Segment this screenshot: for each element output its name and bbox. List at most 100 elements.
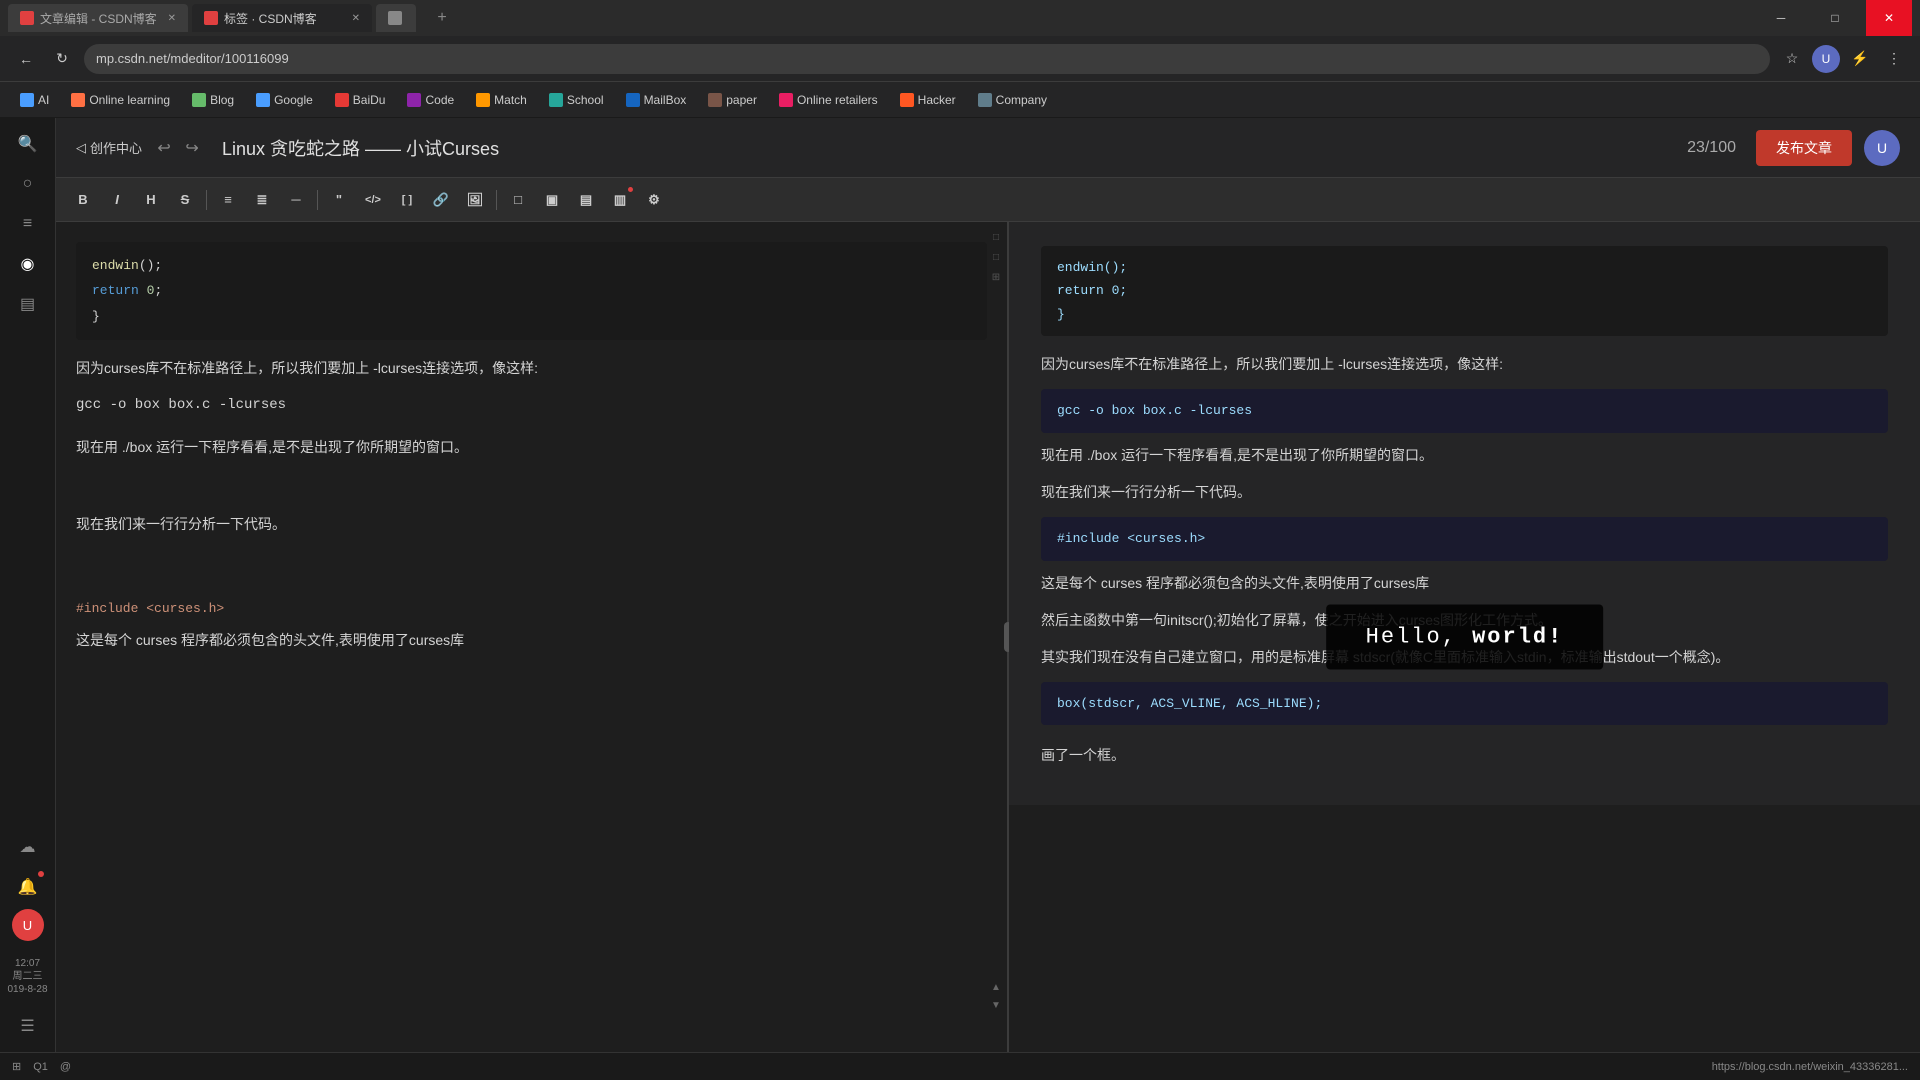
preview-para-4: 这是每个 curses 程序都必须包含的头文件,表明使用了curses库: [1041, 571, 1888, 596]
preview-right-pane[interactable]: endwin(); return 0; } 因为curses库不在标准路径上，所…: [1009, 222, 1920, 805]
sidebar-search-icon[interactable]: 🔍: [10, 126, 46, 162]
bookmark-code-label: Code: [425, 93, 454, 107]
preview-para-2: 现在用 ./box 运行一下程序看看,是不是出现了你所期望的窗口。: [1041, 443, 1888, 468]
browser-tab-3[interactable]: [376, 4, 416, 32]
preview-para-3: 现在我们来一行行分析一下代码。: [1041, 480, 1888, 505]
bookmark-hacker[interactable]: Hacker: [892, 90, 964, 110]
undo-btn[interactable]: ↩: [150, 134, 178, 162]
ol-btn[interactable]: ≣: [247, 185, 277, 215]
side-icon-1[interactable]: □: [989, 230, 1003, 244]
sidebar-list-icon[interactable]: ☰: [10, 1008, 46, 1044]
side-icon-2[interactable]: □: [989, 250, 1003, 264]
nav-actions: ☆ U ⚡ ⋮: [1778, 45, 1908, 73]
tab-close-1[interactable]: ✕: [168, 13, 176, 24]
bookmark-mailbox[interactable]: MailBox: [618, 90, 695, 110]
hello-bold-text: world!: [1472, 625, 1563, 650]
sidebar-active-icon[interactable]: ◉: [10, 246, 46, 282]
browser-tab-2[interactable]: 标签 · CSDN博客 ✕: [192, 4, 372, 32]
bookmark-google[interactable]: Google: [248, 90, 321, 110]
toolbar-sep-2: [317, 190, 318, 210]
publish-button[interactable]: 发布文章: [1756, 130, 1852, 166]
bookmark-match-icon: [476, 93, 490, 107]
title-bar: 文章编辑 - CSDN博客 ✕ 标签 · CSDN博客 ✕ + ─ □ ✕: [0, 0, 1920, 36]
editor-left-pane[interactable]: endwin(); return 0; } 因为curses库不在标准路径上，所…: [56, 222, 1007, 1052]
split-view-btn[interactable]: ▣: [537, 185, 567, 215]
editor-toolbar: B I H S ≡ ≣ ─ " </> [ ] 🔗 🖼 □ ▣ ▤ ▥: [56, 178, 1920, 222]
tab-icon-1: [20, 11, 34, 25]
editor-split: endwin(); return 0; } 因为curses库不在标准路径上，所…: [56, 222, 1920, 1052]
sidebar-notifications-icon[interactable]: 🔔: [10, 869, 46, 905]
sidebar-cloud-icon[interactable]: ☁: [10, 829, 46, 865]
bookmark-match[interactable]: Match: [468, 90, 535, 110]
content-area: 🔍 ○ ≡ ◉ ▤ ☁ 🔔 U 12:07 周二三 019-8-28 ☰ ▶: [0, 118, 1920, 1052]
image-btn[interactable]: 🖼: [460, 185, 490, 215]
bookmark-company[interactable]: Company: [970, 90, 1055, 110]
scroll-up-btn[interactable]: ▲: [989, 980, 1003, 994]
scroll-down-btn[interactable]: ▼: [989, 998, 1003, 1012]
minimize-btn[interactable]: ─: [1758, 0, 1804, 36]
back-button[interactable]: ←: [12, 45, 40, 73]
bold-btn[interactable]: B: [68, 185, 98, 215]
toolbar-sep-1: [206, 190, 207, 210]
hr-btn[interactable]: ─: [281, 185, 311, 215]
preview-para-7: 画了一个框。: [1041, 743, 1888, 768]
extensions-btn[interactable]: ⚡: [1846, 45, 1874, 73]
table-btn[interactable]: □: [503, 185, 533, 215]
close-btn[interactable]: ✕: [1866, 0, 1912, 36]
preview-code-brace: }: [1057, 303, 1872, 326]
bookmark-paper-label: paper: [726, 93, 757, 107]
bookmark-baidu[interactable]: BaiDu: [327, 90, 394, 110]
bookmark-online-retailers-icon: [779, 93, 793, 107]
editor-container: ◁ 创作中心 ↩ ↪ Linux 贪吃蛇之路 —— 小试Curses 23/10…: [56, 118, 1920, 1052]
code-block-btn[interactable]: [ ]: [392, 185, 422, 215]
bookmark-online-learning[interactable]: Online learning: [63, 90, 178, 110]
side-icon-3[interactable]: ⊞: [989, 270, 1003, 284]
back-to-center-btn[interactable]: ◁ 创作中心: [76, 138, 142, 157]
bookmark-school-label: School: [567, 93, 604, 107]
sidebar-home-icon[interactable]: ○: [10, 166, 46, 202]
sidebar-history-icon[interactable]: ≡: [10, 206, 46, 242]
refresh-button[interactable]: ↻: [48, 45, 76, 73]
maximize-btn[interactable]: □: [1812, 0, 1858, 36]
editor-para-1: 因为curses库不在标准路径上，所以我们要加上 -lcurses连接选项，像这…: [76, 356, 987, 381]
new-tab-btn[interactable]: +: [428, 4, 456, 32]
status-bar: ⊞ Q1 @ https://blog.csdn.net/weixin_4333…: [0, 1052, 1920, 1080]
code-inline-btn[interactable]: </>: [358, 185, 388, 215]
bookmark-baidu-icon: [335, 93, 349, 107]
tab-close-2[interactable]: ✕: [352, 13, 360, 24]
italic-btn[interactable]: I: [102, 185, 132, 215]
bookmark-ai[interactable]: AI: [12, 90, 57, 110]
star-btn[interactable]: ☆: [1778, 45, 1806, 73]
browser-tab-1[interactable]: 文章编辑 - CSDN博客 ✕: [8, 4, 188, 32]
sidebar-user-icon[interactable]: U: [12, 909, 44, 941]
bookmark-blog[interactable]: Blog: [184, 90, 242, 110]
bookmark-paper[interactable]: paper: [700, 90, 765, 110]
sidebar-downloads-icon[interactable]: ▤: [10, 286, 46, 322]
tab-label-2: 标签 · CSDN博客: [224, 10, 317, 27]
link-btn[interactable]: 🔗: [426, 185, 456, 215]
tab-icon-3: [388, 11, 402, 25]
bookmark-code[interactable]: Code: [399, 90, 462, 110]
user-avatar[interactable]: U: [1864, 130, 1900, 166]
more-btn[interactable]: ▥: [605, 185, 635, 215]
bookmark-school[interactable]: School: [541, 90, 612, 110]
strikethrough-btn[interactable]: S: [170, 185, 200, 215]
bookmark-paper-icon: [708, 93, 722, 107]
heading-btn[interactable]: H: [136, 185, 166, 215]
menu-btn[interactable]: ⋮: [1880, 45, 1908, 73]
editor-spacer-2: [76, 549, 987, 589]
code-line-3: }: [92, 305, 971, 328]
address-bar[interactable]: mp.csdn.net/mdeditor/100116099: [84, 44, 1770, 74]
ul-btn[interactable]: ≡: [213, 185, 243, 215]
profile-btn[interactable]: U: [1812, 45, 1840, 73]
bookmark-match-label: Match: [494, 93, 527, 107]
quote-btn[interactable]: ": [324, 185, 354, 215]
settings-btn[interactable]: ⚙: [639, 185, 669, 215]
bookmark-ai-label: AI: [38, 93, 49, 107]
bookmark-blog-label: Blog: [210, 93, 234, 107]
bookmark-online-retailers[interactable]: Online retailers: [771, 90, 886, 110]
redo-btn[interactable]: ↪: [178, 134, 206, 162]
fullscreen-btn[interactable]: ▤: [571, 185, 601, 215]
article-counter: 23/100: [1687, 139, 1736, 157]
preview-spacer: [1041, 735, 1888, 743]
